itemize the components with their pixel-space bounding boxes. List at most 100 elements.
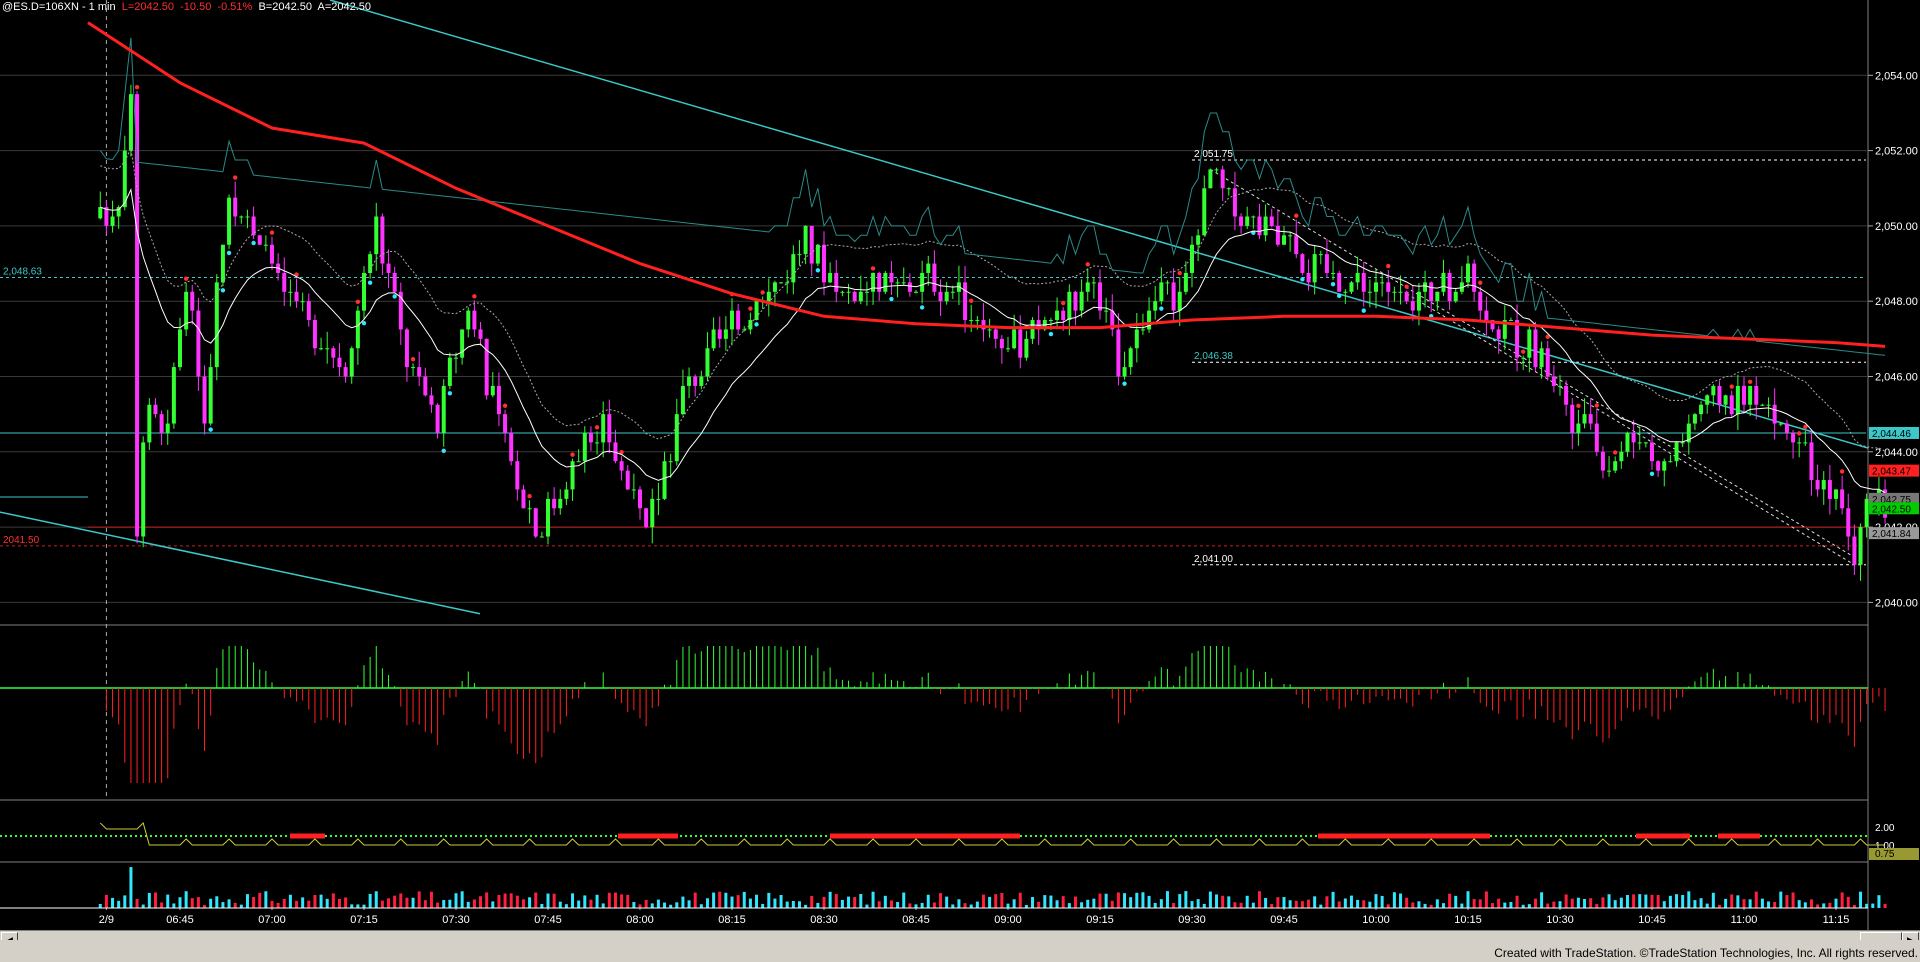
volume-bar [540, 903, 544, 908]
swing-high-dot [1613, 450, 1618, 455]
upper-band [99, 37, 1886, 356]
price-change: -10.50 [180, 1, 212, 13]
candle-body [429, 395, 434, 405]
candle-body [1282, 235, 1286, 245]
candle-body [496, 385, 501, 415]
volume-bar [448, 899, 452, 908]
candle-body [1435, 291, 1440, 302]
candle-body [141, 442, 146, 537]
candle-body [1674, 442, 1679, 462]
volume-bar [1803, 902, 1807, 908]
volume-bar [1184, 891, 1188, 908]
candle-body [509, 432, 514, 462]
swing-high-dot [233, 175, 238, 180]
volume-bar [1245, 895, 1249, 908]
volume-bar [129, 867, 133, 908]
candle-body [435, 404, 440, 433]
volume-bar [1859, 891, 1863, 908]
volume-bar [1650, 894, 1654, 908]
swing-low-dot [889, 296, 894, 302]
candle-body [515, 461, 520, 490]
level-label: 2,046.38 [1194, 351, 1233, 362]
signal-axis-label: 2.00 [1875, 823, 1895, 834]
candle-body [1331, 272, 1336, 274]
price-chart[interactable]: 2,054.00 2,052.00 2,050.00 2,048.00 2,046.00… [0, 0, 1920, 930]
volume-bar [264, 891, 268, 908]
candle-body [208, 367, 213, 424]
volume-bar [1435, 899, 1439, 908]
candle-body [1711, 385, 1716, 396]
candle-body [404, 329, 409, 368]
volume-bar [1331, 891, 1335, 908]
y-tick-label: 2,048.00 [1875, 296, 1918, 308]
fast-moving-average [100, 187, 1886, 494]
candle-body [202, 376, 207, 424]
swing-high-dot [969, 298, 974, 303]
candle-body [257, 235, 262, 245]
candle-body [1030, 320, 1035, 339]
volume-bar [1165, 891, 1169, 908]
candle-body [772, 282, 777, 292]
volume-bar [196, 897, 200, 908]
candle-body [1306, 272, 1311, 283]
volume-bar [1325, 896, 1329, 908]
candle-body [196, 310, 201, 377]
candle-body [1067, 291, 1072, 321]
volume-bar [1362, 900, 1366, 908]
x-tick-label: 10:30 [1546, 914, 1574, 926]
candle-body [1085, 282, 1090, 292]
candle-body [1472, 263, 1477, 292]
candle-body [159, 414, 164, 433]
candle-body [380, 216, 385, 264]
volume-bar [1785, 895, 1789, 908]
candle-body [1128, 348, 1133, 368]
volume-bar [1300, 901, 1304, 908]
volume-bar [1282, 897, 1286, 908]
volume-bar [1313, 896, 1317, 908]
swing-high-dot [134, 84, 140, 90]
candle-body [1588, 414, 1593, 424]
volume-bar [969, 904, 973, 908]
volume-bar [417, 891, 421, 908]
volume-bar [491, 901, 495, 908]
candle-body [1582, 414, 1587, 424]
volume-bar [1877, 895, 1881, 908]
volume-bar [1012, 899, 1016, 908]
candle-body [1846, 508, 1851, 537]
candle-body [1558, 385, 1562, 387]
candle-body [1723, 395, 1728, 405]
volume-bar [515, 895, 519, 908]
candle-body [1220, 169, 1225, 189]
volume-bar [288, 894, 292, 908]
volume-bar [1251, 902, 1255, 908]
candle-body [1386, 282, 1391, 292]
volume-bar [1834, 898, 1838, 908]
candle-body [147, 404, 152, 443]
price-change-pct: -0.51% [217, 1, 253, 13]
candle-body [1374, 282, 1378, 292]
x-tick-label: 08:00 [626, 914, 654, 926]
volume-bar [656, 899, 660, 908]
x-tick-label: 07:45 [534, 914, 562, 926]
candle-body [1729, 395, 1734, 415]
candle-body [1631, 432, 1636, 443]
swing-high-dot [1478, 280, 1483, 285]
candle-body [1508, 320, 1513, 322]
swing-low-dot [919, 305, 925, 310]
candle-body [454, 357, 458, 359]
volume-bar [209, 898, 213, 908]
volume-bar [1540, 892, 1544, 908]
volume-bar [1417, 901, 1421, 908]
volume-bar [1822, 903, 1826, 908]
swing-low-dot [1122, 381, 1127, 386]
candle-body [1778, 423, 1783, 425]
swing-high-dot [1404, 284, 1409, 289]
swing-low-dot [441, 448, 446, 453]
candle-body [914, 291, 918, 293]
swing-low-dot [226, 250, 232, 256]
swing-high-dot [1594, 403, 1600, 408]
volume-bar [528, 897, 532, 908]
candle-body [582, 432, 587, 462]
candle-body [325, 348, 330, 350]
candle-body [901, 282, 906, 284]
